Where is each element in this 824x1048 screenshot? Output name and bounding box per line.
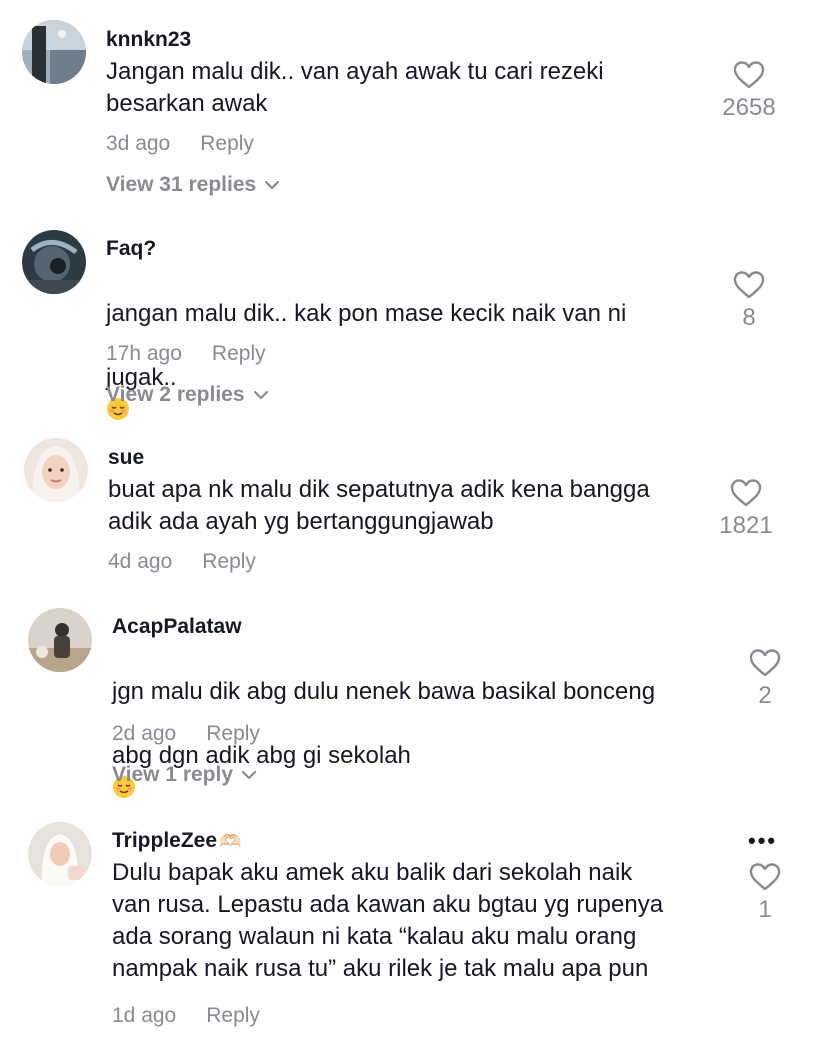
view-replies-button[interactable]: View 31 replies bbox=[106, 173, 280, 197]
avatar[interactable] bbox=[22, 20, 86, 84]
timestamp: 17h ago bbox=[106, 342, 182, 365]
username-text: TrippleZee bbox=[112, 829, 218, 852]
username-emoji: 🫶🏻 bbox=[219, 831, 242, 851]
more-options-icon[interactable]: ••• bbox=[748, 828, 777, 854]
username[interactable]: sue bbox=[108, 446, 144, 470]
reply-button[interactable]: Reply bbox=[200, 132, 254, 155]
timestamp: 3d ago bbox=[106, 132, 171, 155]
like-count: 1821 bbox=[719, 512, 773, 539]
timestamp: 4d ago bbox=[108, 550, 173, 573]
comment-meta: 3d ago Reply bbox=[106, 132, 254, 156]
like-count: 8 bbox=[742, 304, 756, 331]
like-control: 2 bbox=[720, 648, 810, 710]
username[interactable]: Faq? bbox=[106, 237, 156, 261]
avatar[interactable] bbox=[28, 608, 92, 672]
like-count: 1 bbox=[758, 896, 772, 923]
reply-button[interactable]: Reply bbox=[206, 1004, 260, 1027]
heart-outline-icon[interactable] bbox=[733, 270, 765, 300]
view-replies-button[interactable]: View 1 reply bbox=[112, 763, 257, 787]
heart-outline-icon[interactable] bbox=[749, 862, 781, 892]
reply-button[interactable]: Reply bbox=[206, 722, 260, 745]
chevron-down-icon bbox=[253, 391, 268, 400]
comment-meta: 2d ago Reply bbox=[112, 722, 260, 746]
reply-button[interactable]: Reply bbox=[202, 550, 256, 573]
view-replies-label: View 2 replies bbox=[106, 383, 245, 406]
timestamp: 1d ago bbox=[112, 1004, 177, 1027]
username[interactable]: TrippleZee 🫶🏻 bbox=[112, 829, 241, 853]
comment-meta: 1d ago Reply bbox=[112, 1004, 260, 1028]
like-control: 1821 bbox=[701, 478, 791, 540]
view-replies-button[interactable]: View 2 replies bbox=[106, 383, 269, 407]
heart-outline-icon[interactable] bbox=[733, 60, 765, 90]
reply-button[interactable]: Reply bbox=[212, 342, 266, 365]
comment-text-line: jgn malu dik abg dulu nenek bawa basikal… bbox=[112, 678, 656, 705]
avatar[interactable] bbox=[22, 230, 86, 294]
chevron-down-icon bbox=[241, 771, 257, 780]
comment-meta: 17h ago Reply bbox=[106, 342, 266, 366]
comment-meta: 4d ago Reply bbox=[108, 550, 256, 574]
username[interactable]: knnkn23 bbox=[106, 28, 191, 52]
like-control: 8 bbox=[704, 270, 794, 332]
comment-text: Dulu bapak aku amek aku balik dari sekol… bbox=[112, 859, 664, 982]
comment-text: Jangan malu dik.. van ayah awak tu cari … bbox=[106, 58, 604, 117]
comment-text: buat apa nk malu dik sepatutnya adik ken… bbox=[108, 476, 650, 535]
avatar[interactable] bbox=[24, 438, 88, 502]
heart-outline-icon[interactable] bbox=[730, 478, 762, 508]
avatar[interactable] bbox=[28, 822, 92, 886]
username[interactable]: AcapPalataw bbox=[112, 615, 242, 639]
like-count: 2658 bbox=[722, 94, 776, 121]
like-control: 2658 bbox=[704, 60, 794, 122]
like-count: 2 bbox=[758, 682, 772, 709]
view-replies-label: View 31 replies bbox=[106, 173, 257, 196]
comment-text-line: jangan malu dik.. kak pon mase kecik nai… bbox=[106, 300, 627, 327]
view-replies-label: View 1 reply bbox=[112, 763, 234, 786]
heart-outline-icon[interactable] bbox=[749, 648, 781, 678]
like-control: 1 bbox=[720, 862, 810, 924]
chevron-down-icon bbox=[265, 181, 280, 190]
timestamp: 2d ago bbox=[112, 722, 177, 745]
